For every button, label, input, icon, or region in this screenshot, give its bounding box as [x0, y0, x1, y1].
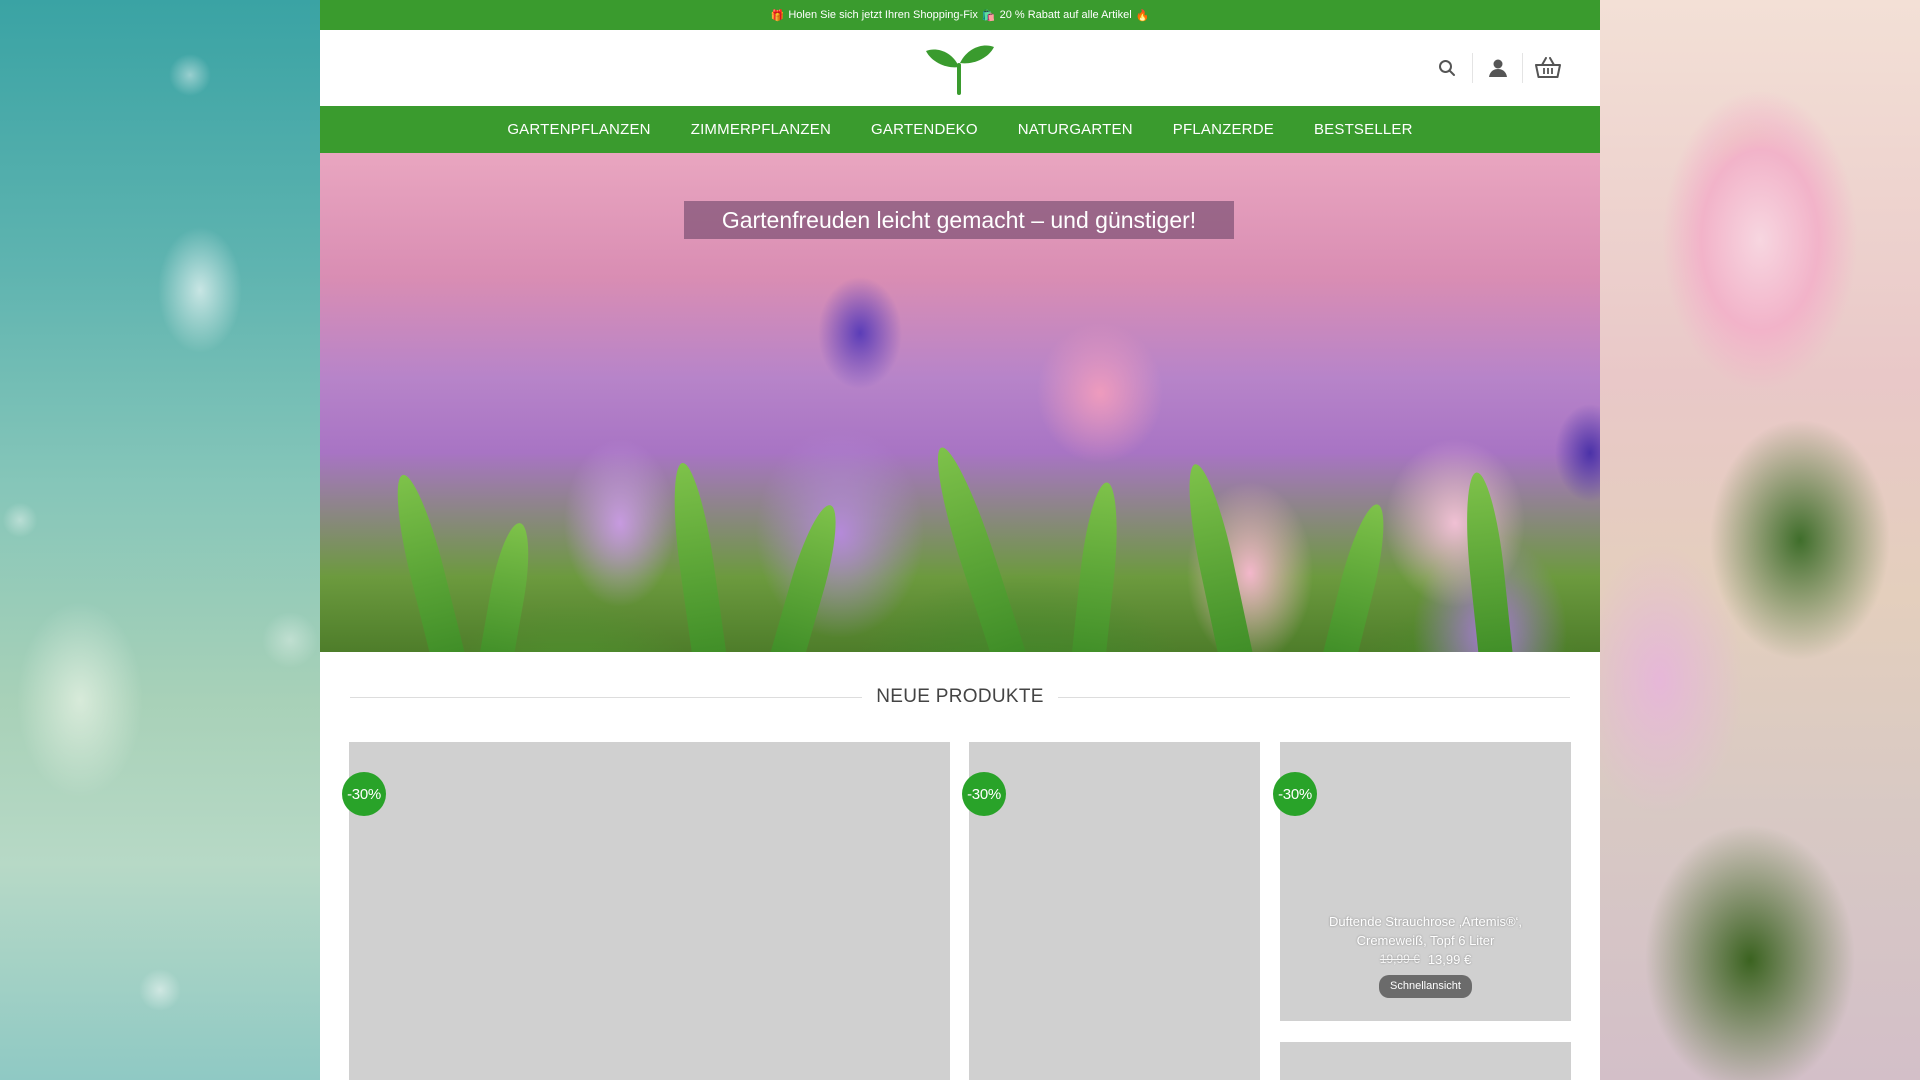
promo-text-start: Holen Sie sich jetzt Ihren Shopping-Fix [788, 9, 978, 21]
product-card[interactable]: Duftende Strauchrose ‚Artemis®‘, Cremewe… [1280, 742, 1571, 1021]
promo-bar: 🎁 Holen Sie sich jetzt Ihren Shopping-Fi… [320, 0, 1600, 30]
discount-badge: -30% [1273, 772, 1317, 816]
background-right [1600, 0, 1920, 1080]
product-info: Duftende Strauchrose ‚Artemis®‘, Cremewe… [1280, 912, 1571, 998]
user-icon[interactable] [1472, 53, 1522, 83]
hero-title: Gartenfreuden leicht gemacht – und günst… [684, 201, 1234, 239]
section-title: NEUE PRODUKTE [862, 686, 1058, 708]
sprout-logo-icon[interactable] [924, 41, 996, 95]
hero-leaf [1070, 480, 1124, 652]
hero-leaf [1319, 500, 1395, 652]
gift-emoji: 🎁 [770, 9, 785, 22]
nav-item-bestseller[interactable]: BESTSELLER [1294, 121, 1433, 138]
nav-item-naturgarten[interactable]: NATURGARTEN [998, 121, 1153, 138]
nav-item-pflanzerde[interactable]: PFLANZERDE [1153, 121, 1294, 138]
main-nav: GARTENPFLANZEN ZIMMERPFLANZEN GARTENDEKO… [320, 106, 1600, 153]
hero-leaf [477, 520, 537, 652]
product-card[interactable] [349, 742, 950, 1080]
product-card[interactable] [969, 742, 1260, 1080]
site-header [320, 30, 1600, 106]
shopping-bags-emoji: 🛍️ [981, 9, 996, 22]
old-price: 19,99 € [1379, 952, 1420, 966]
basket-icon[interactable] [1522, 53, 1572, 83]
background-left [0, 0, 320, 1080]
price-row: 19,99 € 13,99 € [1280, 950, 1571, 969]
hero-leaf [386, 470, 468, 652]
product-name-line1[interactable]: Duftende Strauchrose ‚Artemis®‘, [1280, 912, 1571, 931]
discount-badge: -30% [342, 772, 386, 816]
header-actions [1422, 30, 1572, 106]
promo-text-end: 20 % Rabatt auf alle Artikel [999, 9, 1132, 21]
divider-right [1056, 697, 1570, 698]
product-card[interactable] [1280, 1042, 1571, 1080]
nav-item-gartenpflanzen[interactable]: GARTENPFLANZEN [487, 121, 670, 138]
hero-leaf [1459, 470, 1515, 652]
quick-view-button[interactable]: Schnellansicht [1379, 975, 1472, 998]
hero-leaf [767, 500, 847, 652]
page: 🎁 Holen Sie sich jetzt Ihren Shopping-Fi… [320, 0, 1600, 1080]
new-products-heading: NEUE PRODUKTE [320, 652, 1600, 742]
sale-price: 13,99 € [1427, 952, 1472, 967]
search-icon[interactable] [1422, 53, 1472, 83]
hero-leaf [925, 442, 1029, 652]
nav-item-zimmerpflanzen[interactable]: ZIMMERPFLANZEN [671, 121, 851, 138]
nav-item-gartendeko[interactable]: GARTENDEKO [851, 121, 998, 138]
hero-leaf [665, 460, 729, 652]
product-name-line2[interactable]: Cremeweiß, Topf 6 Liter [1280, 931, 1571, 950]
product-grid: -30% -30% Duftende Strauchrose ‚Artemis®… [320, 742, 1600, 1080]
hero-leaf [1178, 460, 1256, 652]
discount-badge: -30% [962, 772, 1006, 816]
divider-left [350, 697, 865, 698]
fire-emoji: 🔥 [1135, 9, 1150, 22]
hero-banner[interactable]: Gartenfreuden leicht gemacht – und günst… [320, 153, 1600, 652]
